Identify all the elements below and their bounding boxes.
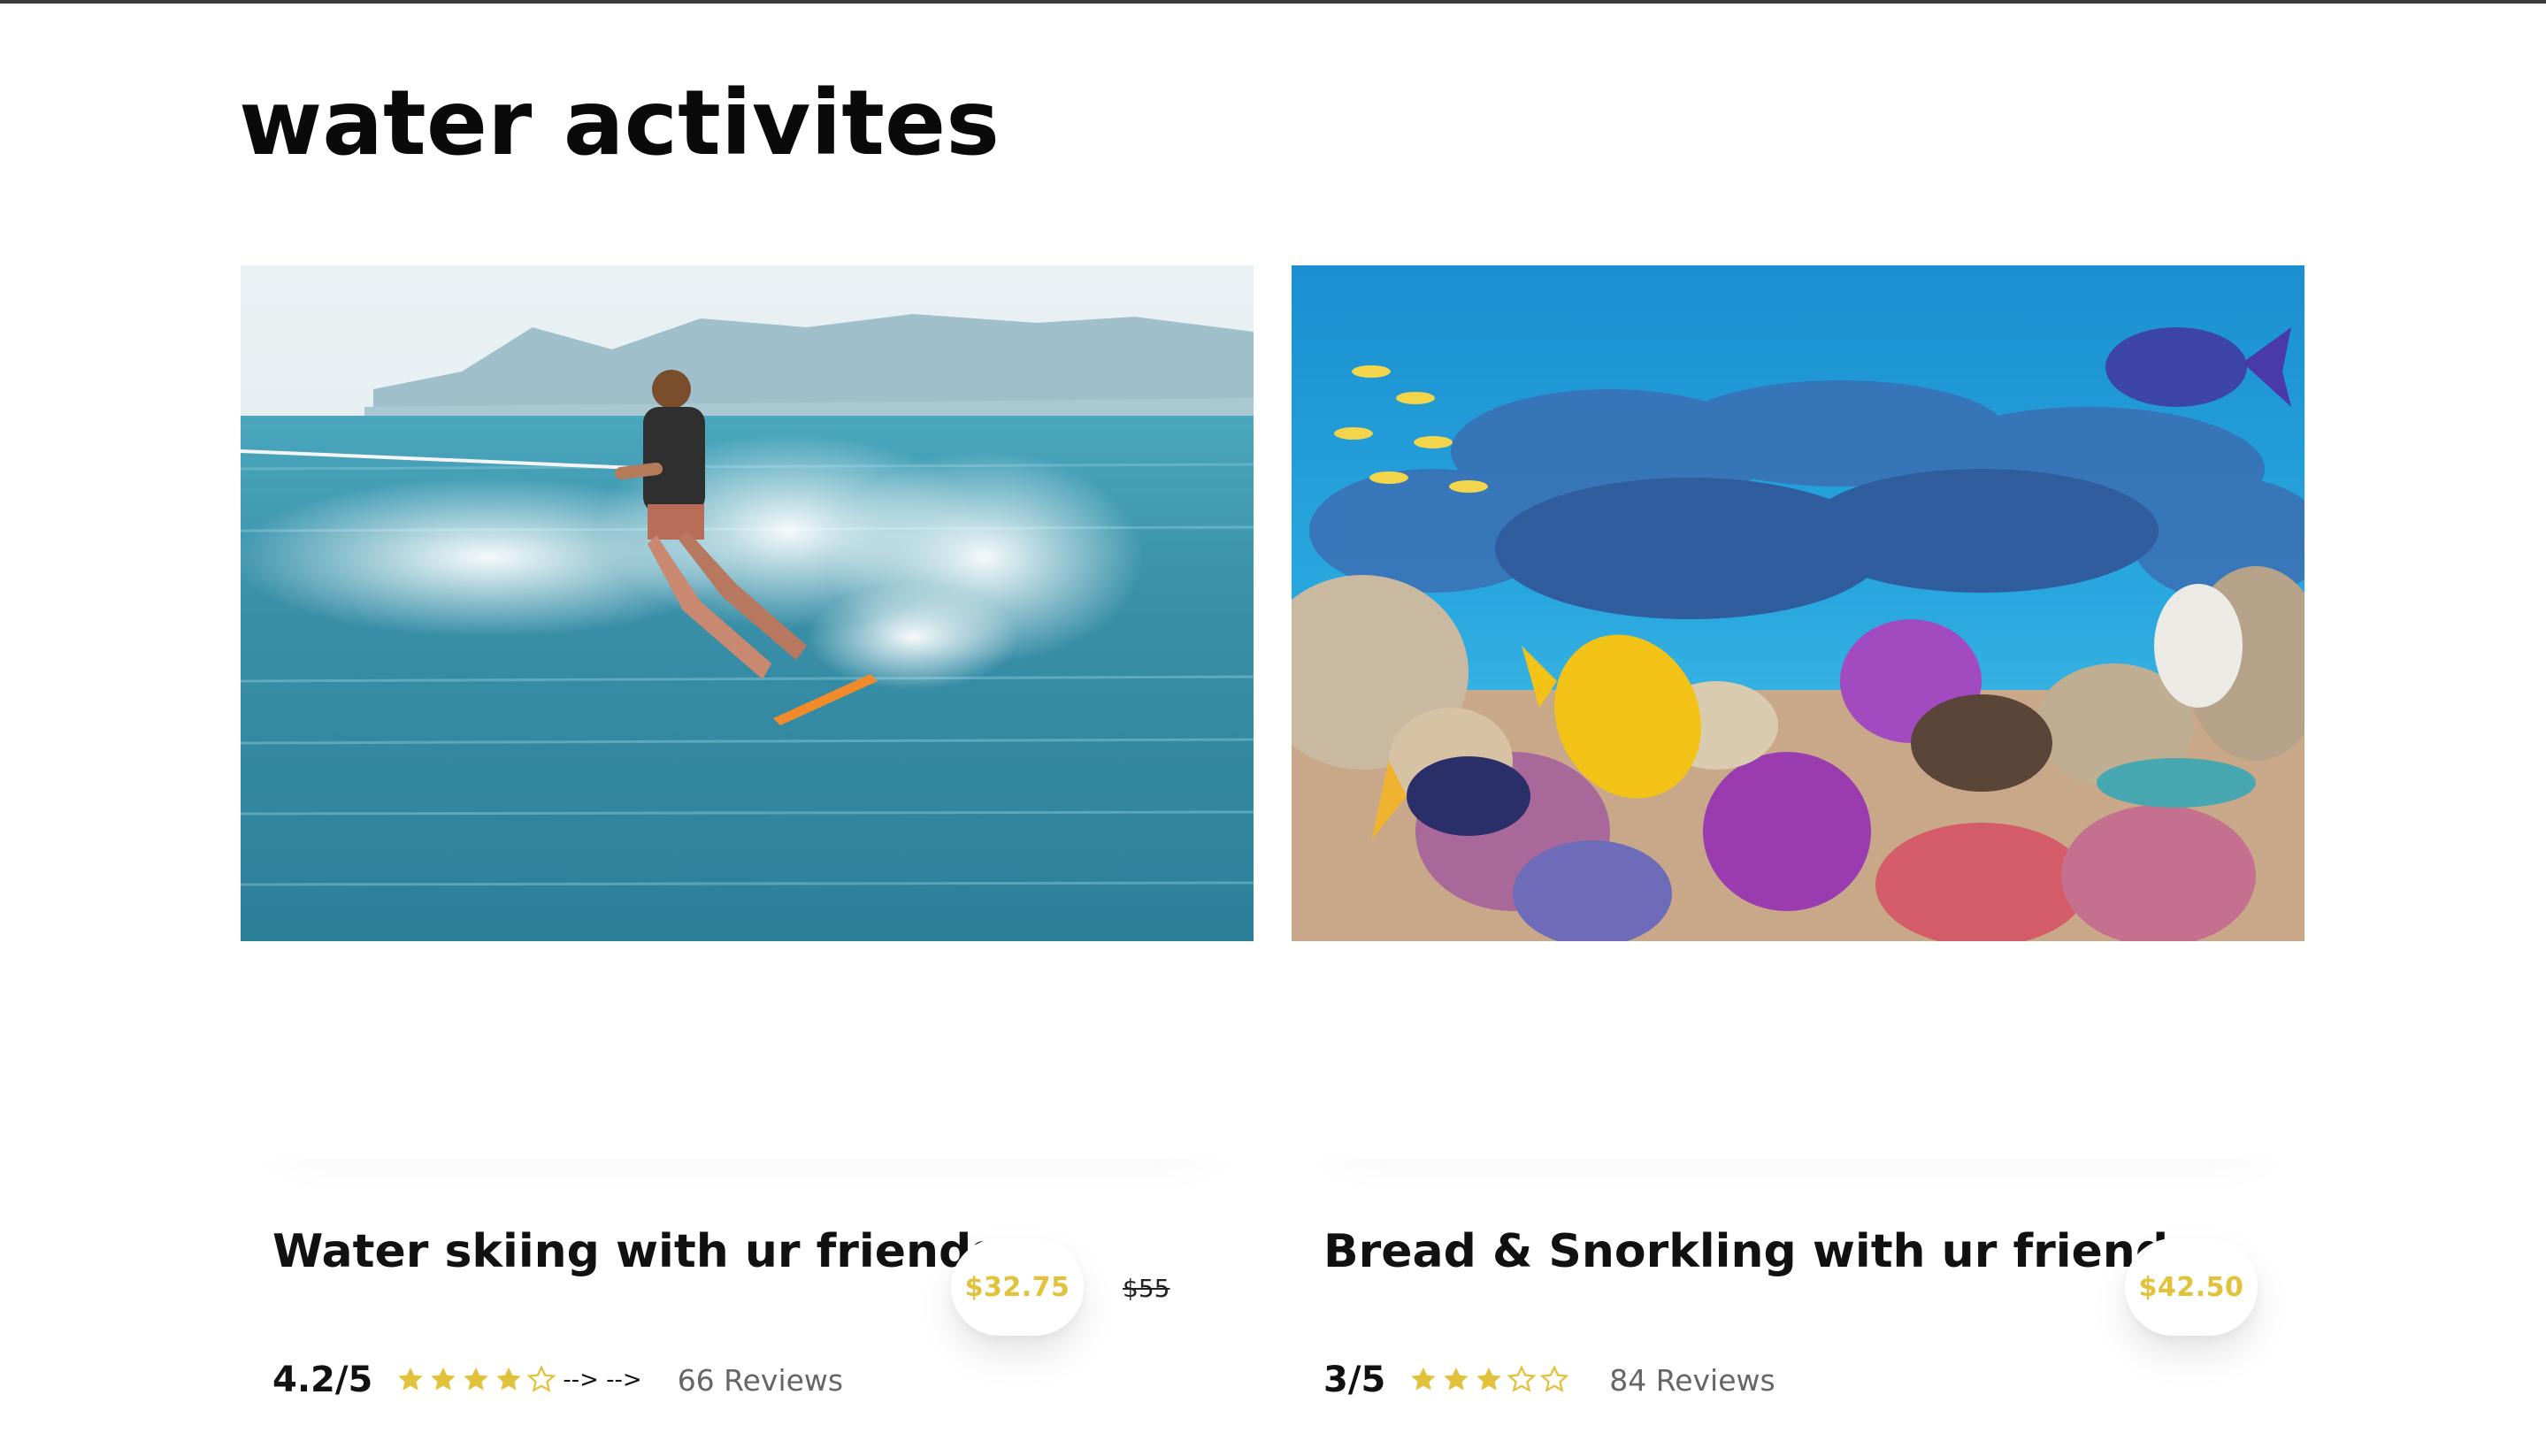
coral-reef-photo[interactable] [1292,265,2304,941]
star-filled-icon [1408,1365,1438,1395]
star-filled-icon [395,1365,426,1395]
rating-row: 4.2/5 --> --> 66 Reviews [272,1353,843,1406]
star-empty-icon [1539,1365,1569,1395]
price-badge: $42.50 [2125,1238,2258,1336]
rating-score: 4.2/5 [272,1360,373,1400]
activity-card[interactable]: Bread & Snorkling with ur friends $42.50… [1292,265,2304,1400]
card-footer [241,941,1254,1159]
price-badge: $32.75 [951,1238,1084,1336]
top-divider [0,0,2546,4]
section-title: water activites [239,71,1000,176]
original-price: $55 [1123,1274,1170,1303]
activity-card[interactable]: Water skiing with ur friends $32.75 $55 … [241,265,1254,1400]
activity-title[interactable]: Bread & Snorkling with ur friends [1323,1221,2196,1283]
activity-title[interactable]: Water skiing with ur friends [272,1221,999,1283]
rating-row: 3/5 84 Reviews [1323,1353,1775,1406]
star-filled-icon [428,1365,458,1395]
star-empty-icon [526,1365,556,1395]
star-rating [1408,1365,1572,1395]
review-count[interactable]: 66 Reviews [678,1363,843,1398]
star-rating [395,1365,559,1395]
card-footer [1292,941,2304,1159]
rating-score: 3/5 [1323,1360,1386,1400]
stray-markup-text: --> --> [563,1367,642,1393]
star-filled-icon [461,1365,491,1395]
star-filled-icon [1441,1365,1471,1395]
review-count[interactable]: 84 Reviews [1609,1363,1775,1398]
star-empty-icon [1507,1365,1537,1395]
water-skier-photo[interactable] [241,265,1254,941]
star-filled-icon [494,1365,524,1395]
star-filled-icon [1474,1365,1504,1395]
